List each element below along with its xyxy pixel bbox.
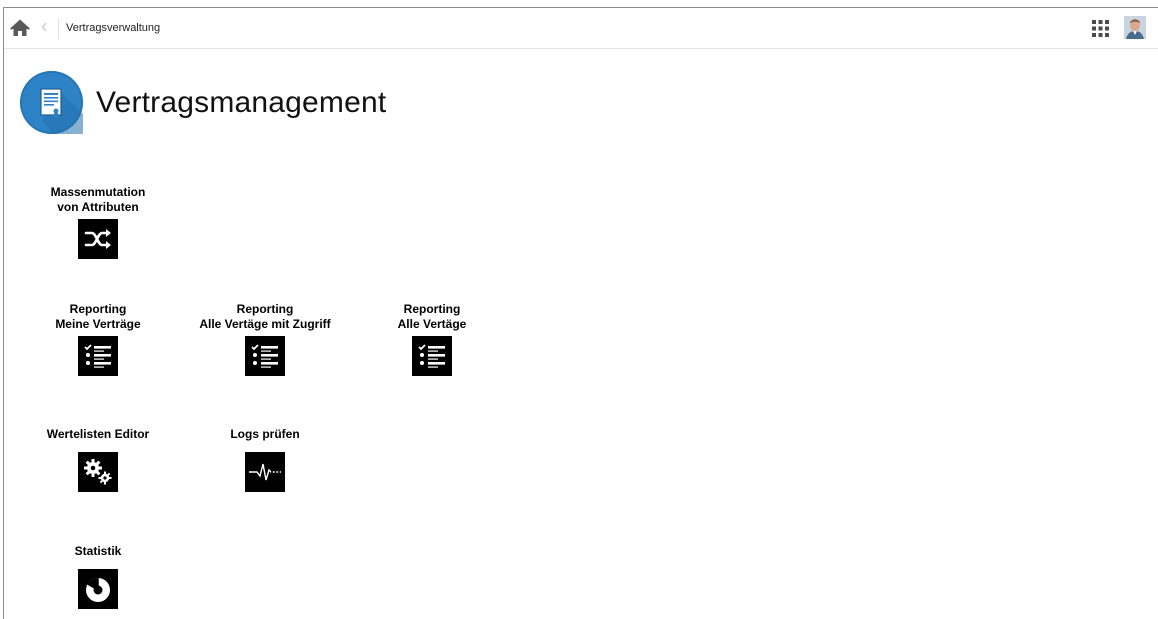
breadcrumb-divider [58, 18, 59, 39]
tile-reporting-alle[interactable]: Reporting Alle Vertäge [347, 302, 517, 382]
tile-label: Reporting Alle Vertäge [397, 302, 467, 331]
tile-label: Statistik [74, 544, 122, 558]
tile-logs-pruefen[interactable]: Logs prüfen [180, 427, 350, 493]
pie-chart-icon [78, 569, 118, 609]
tile-reporting-alle-mit-zugriff[interactable]: Reporting Alle Vertäge mit Zugriff [180, 302, 350, 382]
tile-massenmutation[interactable]: Massenmutation von Attributen [13, 185, 183, 265]
home-icon[interactable] [10, 19, 30, 37]
app-window: Vertragsverwaltung Vertragsmanagement Ma… [3, 7, 1158, 619]
contract-document-icon [20, 71, 83, 134]
pulse-icon [245, 452, 285, 492]
tile-wertelisten-editor[interactable]: Wertelisten Editor [13, 427, 183, 493]
checklist-icon [78, 336, 118, 376]
tile-label: Massenmutation von Attributen [50, 185, 146, 214]
checklist-icon [412, 336, 452, 376]
top-bar: Vertragsverwaltung [4, 8, 1158, 49]
checklist-icon [245, 336, 285, 376]
gears-icon [78, 452, 118, 492]
tile-label: Reporting Alle Vertäge mit Zugriff [199, 302, 331, 331]
shuffle-icon [78, 219, 118, 259]
breadcrumb[interactable]: Vertragsverwaltung [66, 21, 160, 35]
tile-label: Reporting Meine Verträge [55, 302, 141, 331]
tile-statistik[interactable]: Statistik [13, 544, 183, 612]
tile-label: Wertelisten Editor [46, 427, 150, 441]
tile-reporting-meine-vertraege[interactable]: Reporting Meine Verträge [13, 302, 183, 382]
avatar[interactable] [1124, 16, 1146, 39]
page-title: Vertragsmanagement [96, 86, 387, 119]
tile-label: Logs prüfen [230, 427, 300, 441]
chevron-left-icon[interactable] [40, 20, 50, 36]
grid-icon[interactable] [1092, 20, 1109, 37]
